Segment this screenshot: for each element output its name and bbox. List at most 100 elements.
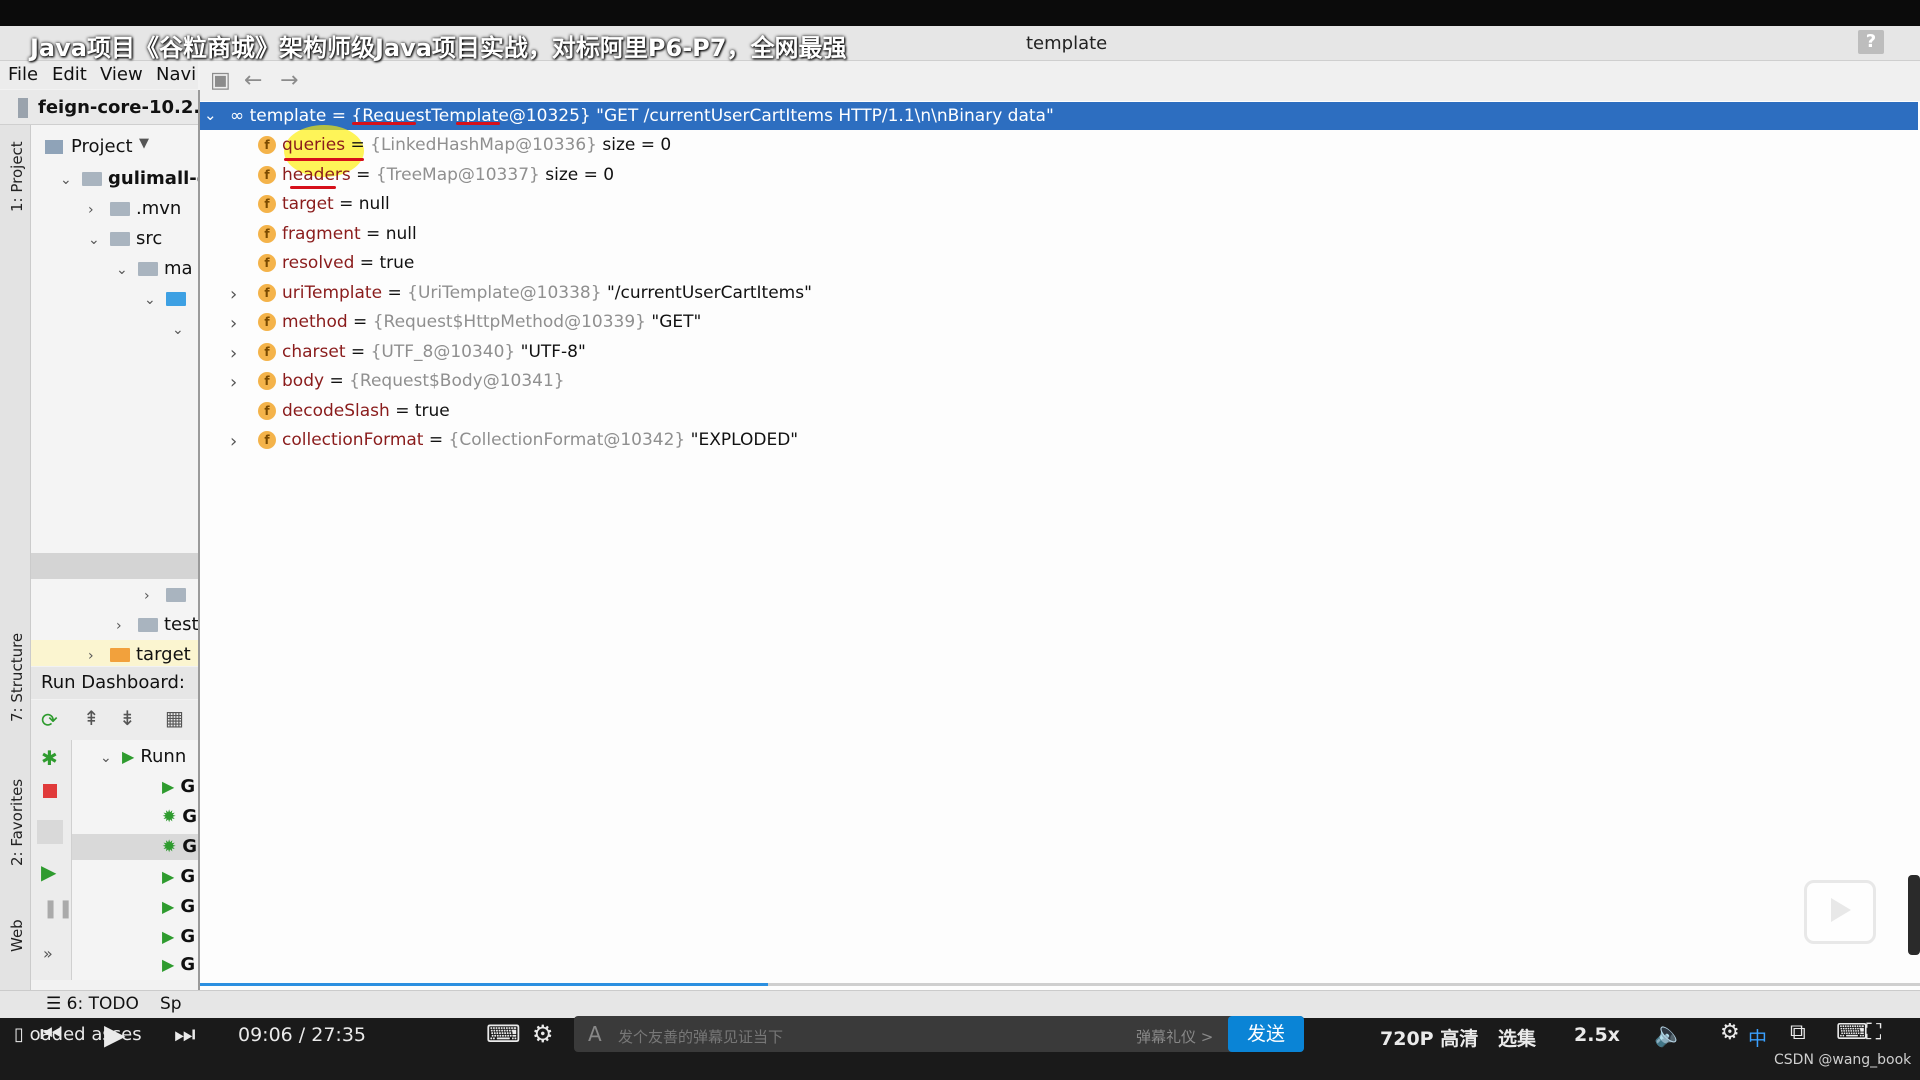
menu-view[interactable]: View — [100, 64, 143, 85]
chevron-right-icon[interactable]: › — [230, 284, 237, 305]
spring-tab[interactable]: Sp — [160, 994, 182, 1014]
tree-item-java[interactable]: ⌄ — [144, 288, 192, 309]
layout-icon[interactable] — [37, 820, 63, 844]
debug-nav-toolbar — [200, 61, 1920, 101]
variable-row[interactable]: f uriTemplate = {UriTemplate@10338} "/cur… — [258, 283, 812, 303]
tree-item-test[interactable]: › test — [116, 614, 199, 635]
project-panel — [31, 125, 198, 553]
pip-icon[interactable]: ⧉ — [1790, 1020, 1806, 1045]
speed-button[interactable]: 2.5x — [1574, 1024, 1620, 1046]
next-icon[interactable]: ⏭ — [174, 1020, 196, 1048]
forward-arrow-icon[interactable]: → — [280, 68, 298, 93]
variable-row[interactable]: f decodeSlash = true — [258, 401, 450, 421]
run-config-row[interactable]: ▶ G — [162, 954, 195, 975]
danmaku-style-icon[interactable]: A — [588, 1022, 602, 1046]
play-icon[interactable]: ▶ — [104, 1018, 126, 1051]
tree-item-mvn[interactable]: › .mvn — [88, 198, 181, 219]
ime-indicator[interactable]: 中 — [1748, 1024, 1767, 1051]
tree-item-resources[interactable]: › — [144, 584, 192, 605]
variable-row[interactable]: f queries = {LinkedHashMap@10336} size = … — [258, 135, 671, 155]
tree-item-src[interactable]: ⌄ src — [88, 228, 162, 249]
menu-file[interactable]: File — [8, 64, 38, 85]
module-folder-icon — [82, 172, 102, 186]
danmaku-etiquette-link[interactable]: 弹幕礼仪 > — [1136, 1026, 1213, 1047]
run-config-row[interactable]: ▶ G — [162, 776, 195, 797]
tree-item-package[interactable]: ⌄ — [172, 318, 194, 339]
danmaku-input[interactable]: 发个友善的弹幕见证当下 — [618, 1026, 783, 1047]
variable-row[interactable]: f headers = {TreeMap@10337} size = 0 — [258, 165, 614, 185]
quality-button[interactable]: 720P 高清 — [1380, 1024, 1478, 1051]
danmaku-toggle-icon[interactable]: ⌨ — [486, 1020, 521, 1048]
chevron-down-icon: ⌄ — [172, 322, 184, 338]
debug-icon[interactable]: ✱ — [41, 746, 58, 770]
episodes-button[interactable]: 选集 — [1498, 1024, 1536, 1051]
expand-all-icon[interactable]: ⇞ — [83, 706, 100, 730]
resume-icon[interactable]: ▶ — [41, 860, 56, 884]
back-arrow-icon[interactable]: ← — [244, 68, 262, 93]
keyboard-icon[interactable]: ⌨ — [1836, 1020, 1868, 1045]
tree-item-main[interactable]: ⌄ ma — [116, 258, 193, 279]
danmaku-settings-icon[interactable]: ⚙ — [532, 1020, 554, 1048]
variable-row[interactable]: f charset = {UTF_8@10340} "UTF-8" — [258, 342, 586, 362]
excluded-folder-icon — [110, 648, 130, 662]
frames-icon[interactable]: ▣ — [210, 68, 231, 93]
run-icon: ▶ — [162, 777, 175, 796]
run-dashboard-header: Run Dashboard: — [31, 667, 198, 699]
field-icon: f — [258, 431, 276, 449]
field-name: uriTemplate — [282, 282, 383, 303]
prev-icon[interactable]: ⏮ — [40, 1020, 62, 1048]
volume-icon[interactable]: 🔈 — [1654, 1020, 1684, 1048]
stop-icon[interactable] — [43, 784, 57, 798]
play-overlay-icon[interactable] — [1804, 880, 1876, 944]
scroll-handle[interactable] — [1908, 875, 1920, 955]
chevron-right-icon[interactable]: › — [230, 343, 237, 364]
help-button[interactable]: ? — [1858, 30, 1884, 54]
run-icon: ▶ — [162, 897, 175, 916]
chevron-right-icon: › — [144, 588, 150, 604]
tree-item-target[interactable]: › target — [88, 644, 191, 665]
todo-tab[interactable]: ☰ 6: TODO — [46, 994, 139, 1014]
send-button[interactable]: 发送 — [1228, 1016, 1304, 1052]
field-value: "EXPLODED" — [690, 430, 799, 450]
tree-item-gulimall[interactable]: ⌄ gulimall-c — [60, 168, 207, 189]
more-icon[interactable]: » — [43, 944, 53, 963]
field-value: "/currentUserCartItems" — [606, 282, 812, 303]
variable-row[interactable]: f target = null — [258, 194, 390, 214]
tree-item-label: .mvn — [136, 198, 182, 219]
chevron-right-icon[interactable]: › — [230, 431, 237, 452]
jar-icon — [18, 98, 28, 118]
field-icon: f — [258, 372, 276, 390]
side-tab-structure[interactable]: 7: Structure — [8, 633, 26, 722]
side-tab-favorites[interactable]: 2: Favorites — [8, 779, 26, 866]
chevron-right-icon[interactable]: › — [230, 372, 237, 393]
variable-row[interactable]: f method = {Request$HttpMethod@10339} "GE… — [258, 312, 701, 332]
run-config-row[interactable]: ▶ G — [162, 866, 195, 887]
run-config-row[interactable]: ✹ G — [162, 836, 197, 857]
run-group-running[interactable]: ⌄ ▶ Runn — [100, 746, 186, 767]
pause-icon[interactable]: ❚❚ — [43, 898, 73, 919]
side-tab-web[interactable]: Web — [8, 919, 26, 952]
field-icon: f — [258, 283, 276, 302]
side-tab-project[interactable]: 1: Project — [8, 141, 26, 212]
run-config-row[interactable]: ▶ G — [162, 896, 195, 917]
variable-row[interactable]: f body = {Request$Body@10341} — [258, 371, 565, 391]
chevron-down-icon[interactable]: ⌄ — [204, 106, 217, 124]
variable-row[interactable]: f resolved = true — [258, 253, 414, 273]
project-panel-header[interactable]: Project ▼ — [31, 134, 198, 160]
settings-gear-icon[interactable]: ⚙ — [1720, 1020, 1740, 1045]
run-config-row[interactable]: ▶ G — [162, 926, 195, 947]
menu-edit[interactable]: Edit — [52, 64, 87, 85]
chevron-down-icon: ⌄ — [116, 262, 128, 278]
variable-row[interactable]: f fragment = null — [258, 224, 417, 244]
collapse-all-icon[interactable]: ⇟ — [119, 706, 136, 730]
folder-icon — [138, 262, 158, 276]
field-name: charset — [282, 341, 346, 362]
variable-row[interactable]: f collectionFormat = {CollectionFormat@10… — [258, 430, 798, 450]
time-total: 27:35 — [311, 1024, 367, 1046]
fullscreen-icon[interactable]: ⛶ — [1866, 1020, 1881, 1045]
run-config-row[interactable]: ✹ G — [162, 806, 197, 827]
chevron-right-icon[interactable]: › — [230, 313, 237, 334]
menu-navigate[interactable]: Navi — [156, 64, 196, 85]
group-icon[interactable]: ▦ — [165, 706, 184, 730]
rerun-icon[interactable]: ⟳ — [41, 708, 58, 732]
